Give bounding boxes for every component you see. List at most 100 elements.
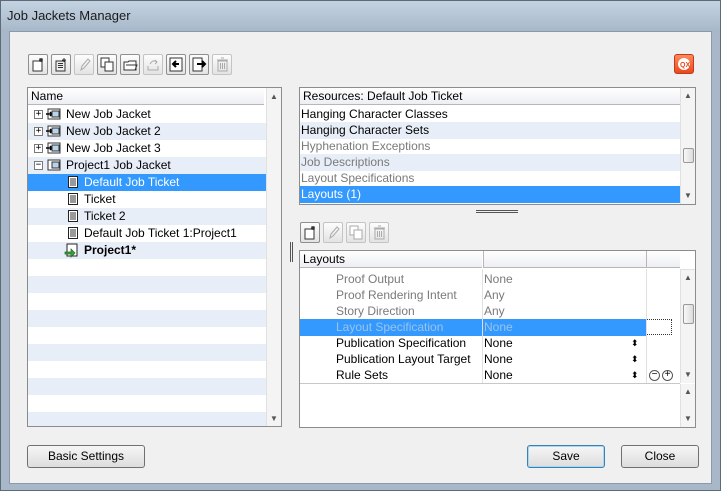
resource-item[interactable]: Hyphenation Exceptions bbox=[300, 138, 680, 155]
tree-row[interactable]: Ticket bbox=[28, 191, 266, 208]
layout-row-name: Layout Specification bbox=[336, 320, 444, 334]
tree-row[interactable]: Project1* bbox=[28, 242, 266, 259]
layout-row-name: Proof Rendering Intent bbox=[336, 288, 457, 302]
basic-settings-button[interactable]: Basic Settings bbox=[27, 445, 145, 468]
resource-item[interactable]: Hanging Character Classes bbox=[300, 106, 680, 123]
layout-row-value: Any bbox=[484, 304, 505, 318]
tree-scrollbar[interactable]: ▲ ▼ bbox=[266, 88, 281, 426]
tree-item-label: Default Job Ticket 1:Project1 bbox=[84, 226, 237, 240]
tree-item-label: Project1 Job Jacket bbox=[66, 158, 171, 172]
scroll-up-icon[interactable]: ▲ bbox=[684, 273, 692, 282]
tree-item-label: Ticket 2 bbox=[84, 209, 126, 223]
resource-item[interactable]: Job Descriptions bbox=[300, 154, 680, 171]
expand-icon[interactable]: + bbox=[34, 110, 43, 119]
stepper-icon[interactable]: ⬍ bbox=[631, 367, 639, 383]
link-button[interactable] bbox=[143, 54, 163, 75]
tree-row-selected[interactable]: Default Job Ticket bbox=[28, 174, 266, 191]
title-bar[interactable]: Job Jackets Manager bbox=[1, 1, 720, 31]
close-button[interactable]: Close bbox=[621, 445, 699, 468]
open-button[interactable] bbox=[120, 54, 140, 75]
layout-row-value: None bbox=[484, 272, 513, 286]
import-button[interactable] bbox=[166, 54, 186, 75]
edit-button[interactable] bbox=[74, 54, 94, 75]
tree-row[interactable]: Default Job Ticket 1:Project1 bbox=[28, 225, 266, 242]
scroll-down-icon[interactable]: ▼ bbox=[684, 414, 692, 423]
scroll-thumb[interactable] bbox=[683, 304, 694, 324]
new-layout-button[interactable] bbox=[300, 222, 320, 243]
delete-button[interactable] bbox=[212, 54, 232, 75]
layout-row[interactable]: Publication Layout Target None ⬍ bbox=[300, 351, 680, 368]
tree-item-label: New Job Jacket 3 bbox=[66, 141, 161, 155]
scroll-up-icon[interactable]: ▲ bbox=[684, 91, 692, 100]
tree-header-name[interactable]: Name bbox=[28, 88, 264, 105]
job-ticket-icon bbox=[68, 210, 78, 222]
dialog-body: QX Name + New Job Jacket + New Job Jacke… bbox=[9, 31, 712, 484]
svg-text:QX: QX bbox=[680, 62, 690, 69]
edit-layout-button[interactable] bbox=[323, 222, 343, 243]
quark-logo-icon[interactable]: QX bbox=[674, 54, 694, 74]
vertical-splitter[interactable] bbox=[290, 242, 293, 262]
tree-item-label: Default Job Ticket bbox=[84, 175, 180, 189]
window-title: Job Jackets Manager bbox=[7, 8, 131, 23]
bottom-pane-scrollbar[interactable]: ▲ ▼ bbox=[680, 384, 695, 427]
resource-item-selected[interactable]: Layouts (1) bbox=[300, 186, 680, 203]
project-icon bbox=[64, 243, 78, 258]
scroll-down-icon[interactable]: ▼ bbox=[684, 191, 692, 200]
remove-icon[interactable]: − bbox=[649, 370, 660, 381]
collapse-icon[interactable]: − bbox=[34, 161, 43, 170]
resources-list[interactable]: Resources: Default Job Ticket Hanging Ch… bbox=[299, 87, 696, 205]
horizontal-splitter[interactable] bbox=[476, 210, 518, 213]
tree-row[interactable]: Ticket 2 bbox=[28, 208, 266, 225]
layouts-panel[interactable]: Layouts Proof Output None Proof Renderin… bbox=[299, 250, 696, 428]
job-jacket-icon bbox=[46, 142, 61, 154]
new-job-ticket-button[interactable] bbox=[51, 54, 71, 75]
scroll-up-icon[interactable]: ▲ bbox=[270, 92, 278, 101]
duplicate-button[interactable] bbox=[97, 54, 117, 75]
layout-row[interactable]: Story Direction Any bbox=[300, 303, 680, 320]
scroll-down-icon[interactable]: ▼ bbox=[270, 414, 278, 423]
tree-item-label: New Job Jacket bbox=[66, 107, 151, 121]
layout-row-value[interactable]: None bbox=[484, 351, 513, 367]
resources-scrollbar[interactable]: ▲ ▼ bbox=[680, 88, 695, 204]
stepper-icon[interactable]: ⬍ bbox=[631, 335, 639, 351]
resource-item[interactable]: Hanging Character Sets bbox=[300, 122, 680, 139]
new-jacket-icon bbox=[32, 58, 43, 72]
save-button[interactable]: Save bbox=[527, 445, 605, 468]
trash-icon bbox=[217, 57, 228, 72]
job-jackets-tree[interactable]: Name + New Job Jacket + New Job Jacket 2… bbox=[27, 87, 282, 427]
job-jackets-manager-window: Job Jackets Manager QX Name + New Job Ja… bbox=[0, 0, 721, 491]
scroll-up-icon[interactable]: ▲ bbox=[684, 387, 692, 396]
export-button[interactable] bbox=[189, 54, 209, 75]
tree-item-label: Ticket bbox=[84, 192, 116, 206]
layout-row-value[interactable]: None bbox=[484, 367, 513, 383]
pencil-icon bbox=[329, 226, 340, 240]
job-jacket-icon bbox=[46, 108, 61, 120]
layout-row[interactable]: Proof Rendering Intent Any bbox=[300, 287, 680, 304]
resource-item[interactable]: Layout Specifications bbox=[300, 170, 680, 187]
layout-row-value: None bbox=[484, 320, 513, 334]
new-job-jacket-button[interactable] bbox=[28, 54, 48, 75]
tree-row[interactable]: − Project1 Job Jacket bbox=[28, 157, 266, 174]
delete-layout-button[interactable] bbox=[369, 222, 389, 243]
layouts-scrollbar[interactable]: ▲ ▼ bbox=[680, 269, 695, 383]
scroll-thumb[interactable] bbox=[683, 148, 694, 163]
trash-icon bbox=[374, 225, 385, 240]
duplicate-icon bbox=[100, 57, 114, 72]
stepper-icon[interactable]: ⬍ bbox=[631, 351, 639, 367]
tree-row[interactable]: + New Job Jacket 3 bbox=[28, 140, 266, 157]
layout-row[interactable]: Publication Specification None ⬍ bbox=[300, 335, 680, 352]
layout-row-selected[interactable]: Layout Specification None bbox=[300, 319, 646, 336]
job-ticket-icon bbox=[68, 176, 78, 188]
layout-row[interactable]: Proof Output None bbox=[300, 271, 680, 288]
tree-row[interactable]: + New Job Jacket bbox=[28, 106, 266, 123]
tree-row[interactable]: + New Job Jacket 2 bbox=[28, 123, 266, 140]
add-icon[interactable]: + bbox=[662, 370, 673, 381]
expand-icon[interactable]: + bbox=[34, 144, 43, 153]
layout-row-value[interactable]: None bbox=[484, 335, 513, 351]
expand-icon[interactable]: + bbox=[34, 127, 43, 136]
scroll-down-icon[interactable]: ▼ bbox=[684, 370, 692, 379]
layout-row[interactable]: Rule Sets None ⬍ − + bbox=[300, 367, 680, 384]
link-icon bbox=[147, 59, 159, 71]
tree-item-label: Project1* bbox=[84, 243, 137, 257]
duplicate-layout-button[interactable] bbox=[346, 222, 366, 243]
